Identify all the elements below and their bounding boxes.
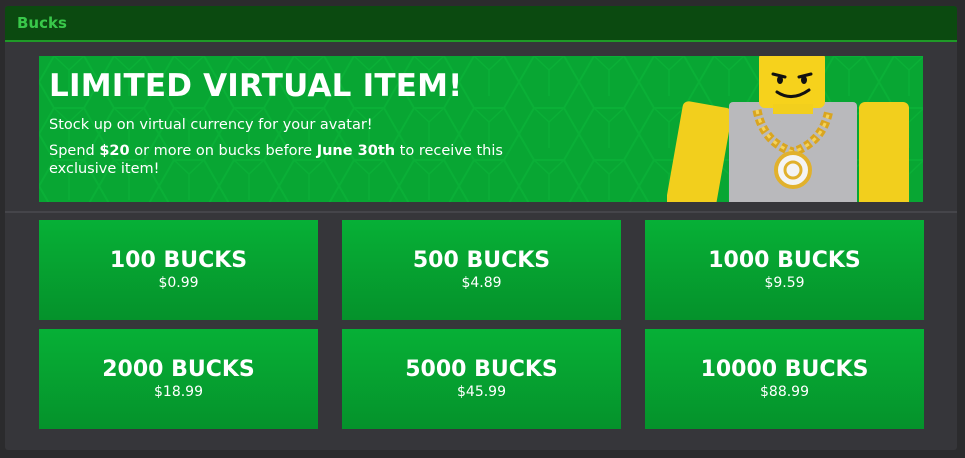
banner-text: LIMITED VIRTUAL ITEM! Stock up on virtua… [49,68,529,186]
package-amount: 5000 BUCKS [405,357,558,382]
package-5000-bucks[interactable]: 5000 BUCKS $45.99 [342,329,621,429]
section-divider [5,211,957,213]
avatar-item-icon [667,56,909,202]
package-2000-bucks[interactable]: 2000 BUCKS $18.99 [39,329,318,429]
bucks-package-grid: 100 BUCKS $0.99 500 BUCKS $4.89 1000 BUC… [39,220,924,429]
package-price: $45.99 [457,384,506,400]
package-1000-bucks[interactable]: 1000 BUCKS $9.59 [645,220,924,320]
package-price: $0.99 [158,275,199,291]
package-100-bucks[interactable]: 100 BUCKS $0.99 [39,220,318,320]
package-amount: 1000 BUCKS [708,248,861,273]
package-500-bucks[interactable]: 500 BUCKS $4.89 [342,220,621,320]
promo-banner: LIMITED VIRTUAL ITEM! Stock up on virtua… [39,56,923,202]
package-price: $88.99 [760,384,809,400]
package-price: $4.89 [461,275,502,291]
bucks-window: Bucks LIMITED VIRTUAL ITEM! Stock up on … [5,6,957,450]
package-amount: 500 BUCKS [412,248,551,273]
package-price: $9.59 [764,275,805,291]
package-amount: 10000 BUCKS [700,357,869,382]
package-amount: 100 BUCKS [109,248,248,273]
promo-date: June 30th [316,143,396,159]
package-10000-bucks[interactable]: 10000 BUCKS $88.99 [645,329,924,429]
banner-headline: LIMITED VIRTUAL ITEM! [49,68,463,104]
window-titlebar: Bucks [5,6,957,42]
banner-line-2: Spend $20 or more on bucks before June 3… [49,143,503,177]
package-amount: 2000 BUCKS [102,357,255,382]
promo-amount: $20 [99,143,130,159]
package-price: $18.99 [154,384,203,400]
banner-line-1: Stock up on virtual currency for your av… [49,117,373,133]
window-title: Bucks [17,14,67,32]
